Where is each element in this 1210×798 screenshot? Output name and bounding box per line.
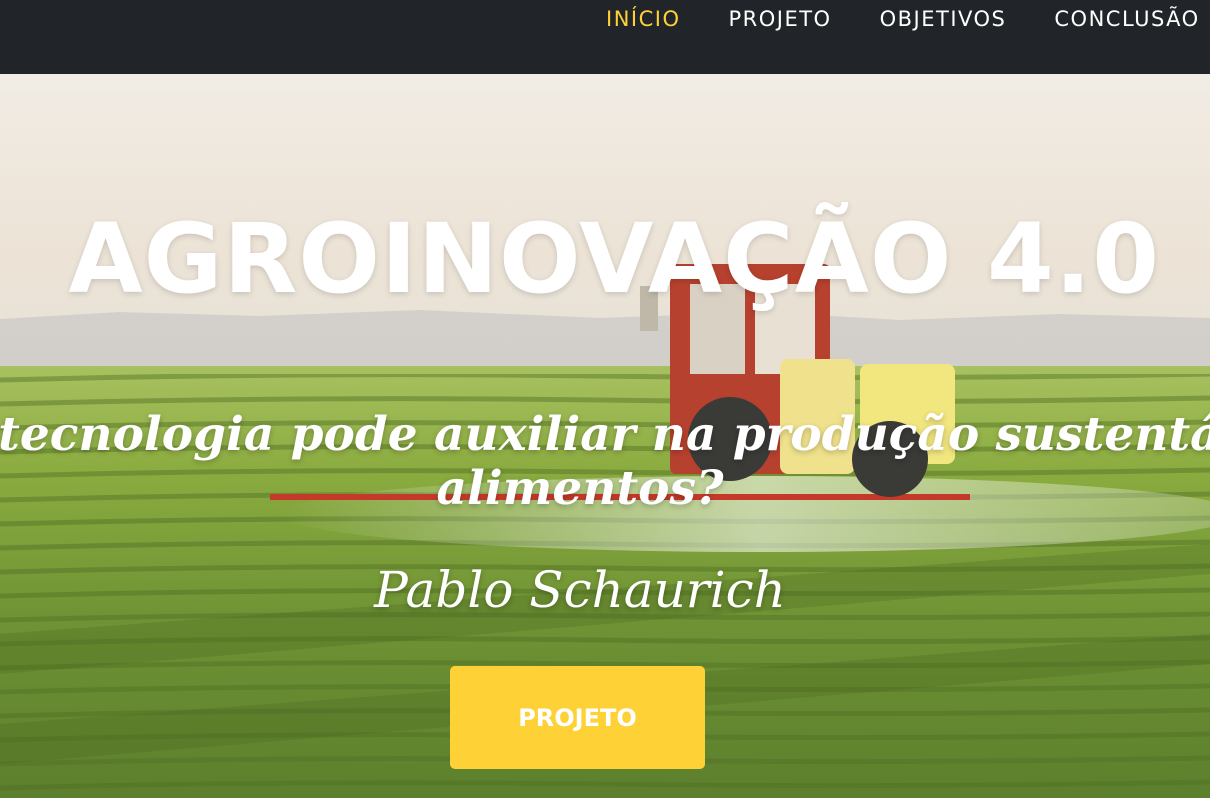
navbar: INÍCIO PROJETO OBJETIVOS CONCLUSÃO	[0, 0, 1210, 74]
hero-title: AGROINOVAÇÃO 4.0	[68, 203, 1160, 315]
hero-section: AGROINOVAÇÃO 4.0 Como a tecnologia pode …	[0, 74, 1210, 798]
hero-subtitle-line-2: alimentos?	[436, 461, 724, 516]
hero-author: Pablo Schaurich	[374, 561, 786, 619]
hero-subtitle-line-1: Como a tecnologia pode auxiliar na produ…	[0, 407, 1210, 462]
nav-link-objetivos[interactable]: OBJETIVOS	[880, 7, 1007, 31]
nav-link-projeto[interactable]: PROJETO	[728, 7, 831, 31]
projeto-button[interactable]: PROJETO	[450, 666, 705, 769]
nav-link-inicio[interactable]: INÍCIO	[606, 7, 680, 31]
nav-menu: INÍCIO PROJETO OBJETIVOS CONCLUSÃO	[606, 7, 1200, 31]
nav-link-conclusao[interactable]: CONCLUSÃO	[1054, 7, 1199, 31]
hero-subtitle: Como a tecnologia pode auxiliar na produ…	[0, 408, 1210, 516]
